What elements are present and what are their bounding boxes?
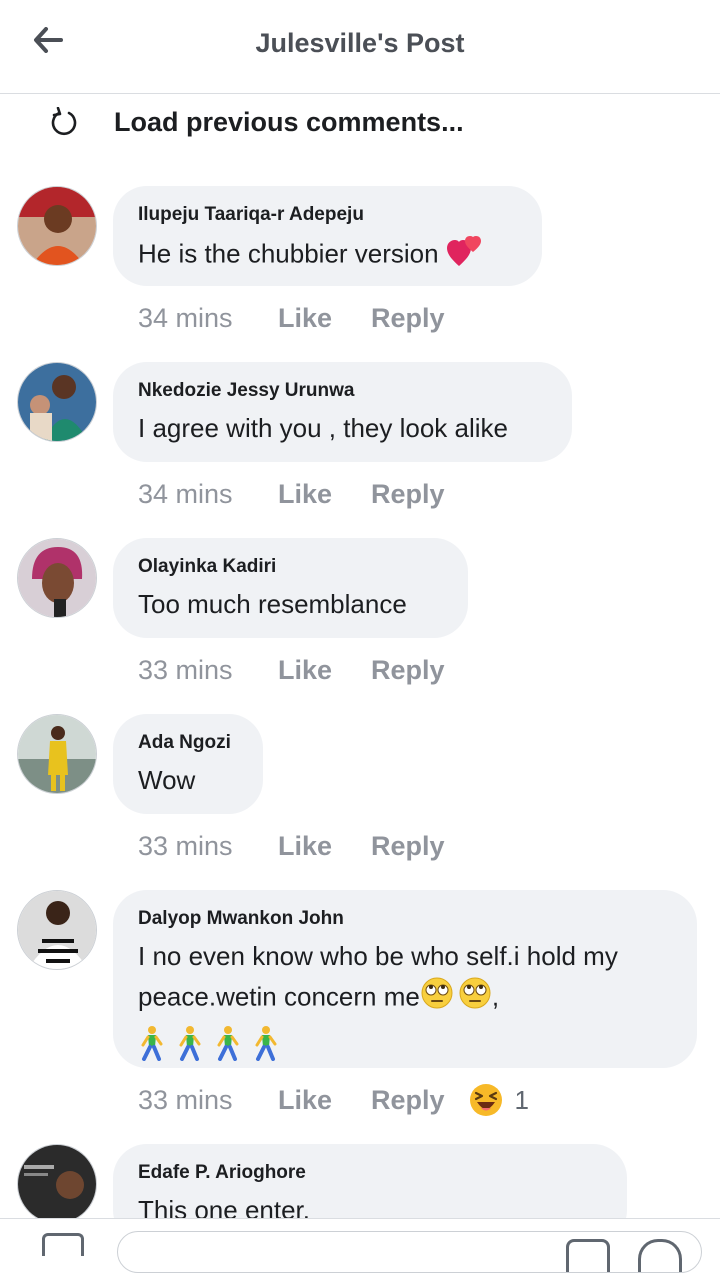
- like-button[interactable]: Like: [278, 303, 371, 334]
- comment-actions: 33 mins Like Reply: [138, 650, 445, 690]
- comment-composer: [0, 1218, 720, 1273]
- avatar[interactable]: [17, 1144, 97, 1224]
- comment-actions: 34 mins Like Reply: [138, 298, 445, 338]
- comment-text-content: He is the chubbier version: [138, 238, 439, 269]
- comment-bubble[interactable]: Ada Ngozi Wow: [113, 714, 263, 814]
- avatar[interactable]: [17, 538, 97, 618]
- load-previous-label: Load previous comments...: [114, 106, 464, 137]
- comment-text-line: peace.wetin concern me ,: [138, 976, 671, 1021]
- comment-time: 33 mins: [138, 654, 233, 685]
- comment-time: 34 mins: [138, 302, 233, 333]
- comment-bubble[interactable]: Dalyop Mwankon John I no even know who b…: [113, 890, 697, 1068]
- like-button[interactable]: Like: [278, 1085, 371, 1116]
- reaction-count: 1: [514, 1084, 529, 1115]
- avatar[interactable]: [17, 362, 97, 442]
- load-previous-comments-button[interactable]: Load previous comments...: [44, 100, 464, 144]
- comment-text: I no even know who be who self.i hold my…: [138, 936, 671, 1072]
- comment-actions: 34 mins Like Reply: [138, 474, 445, 514]
- comment-author[interactable]: Olayinka Kadiri: [138, 554, 442, 580]
- reply-button[interactable]: Reply: [371, 479, 445, 510]
- page-title: Julesville's Post: [255, 28, 465, 58]
- comment-text: Too much resemblance: [138, 589, 407, 619]
- comment-text: He is the chubbier version: [138, 232, 516, 279]
- comment-author[interactable]: Ilupeju Taariqa-r Adepeju: [138, 202, 516, 228]
- comment-time: 33 mins: [138, 1084, 233, 1115]
- sticker-icon[interactable]: [566, 1239, 610, 1272]
- comment-text-content: peace.wetin concern me: [138, 981, 420, 1012]
- reply-button[interactable]: Reply: [371, 831, 445, 862]
- comment-text-line: I no even know who be who self.i hold my: [138, 941, 618, 971]
- comment-time: 34 mins: [138, 478, 233, 509]
- walking-person-emoji-icon: [138, 1025, 166, 1072]
- like-button[interactable]: Like: [278, 655, 371, 686]
- eye-roll-emoji-icon: [458, 976, 492, 1021]
- comment-text: Wow: [138, 765, 196, 795]
- comment-actions: 33 mins Like Reply: [138, 826, 445, 866]
- comment-bubble[interactable]: Ilupeju Taariqa-r Adepeju He is the chub…: [113, 186, 542, 286]
- comment-bubble[interactable]: Olayinka Kadiri Too much resemblance: [113, 538, 468, 638]
- avatar[interactable]: [17, 890, 97, 970]
- avatar[interactable]: [17, 186, 97, 266]
- avatar[interactable]: [17, 714, 97, 794]
- like-button[interactable]: Like: [278, 831, 371, 862]
- comment-author[interactable]: Nkedozie Jessy Urunwa: [138, 378, 546, 404]
- comment-bubble[interactable]: Nkedozie Jessy Urunwa I agree with you ,…: [113, 362, 572, 462]
- comment-input[interactable]: [117, 1231, 702, 1273]
- comment-actions: 33 mins Like Reply 1: [138, 1080, 529, 1120]
- comment-text-suffix: ,: [491, 981, 500, 1012]
- laughing-emoji-icon: [469, 1084, 502, 1116]
- top-bar: Julesville's Post: [0, 0, 720, 94]
- comment-author[interactable]: Dalyop Mwankon John: [138, 906, 671, 932]
- walking-person-emoji-icon: [214, 1025, 242, 1072]
- reaction-summary[interactable]: 1: [469, 1083, 529, 1117]
- reply-button[interactable]: Reply: [371, 303, 445, 334]
- emoji-icon[interactable]: [638, 1239, 682, 1272]
- comment-text: I agree with you , they look alike: [138, 413, 508, 443]
- eye-roll-emoji-icon: [420, 976, 454, 1021]
- heart-emoji-icon: [446, 232, 484, 279]
- walking-person-emoji-icon: [252, 1025, 280, 1072]
- like-button[interactable]: Like: [278, 479, 371, 510]
- walking-person-emoji-icon: [176, 1025, 204, 1072]
- comment-author[interactable]: Ada Ngozi: [138, 730, 237, 756]
- emoji-row: [138, 1025, 671, 1072]
- comment-author[interactable]: Edafe P. Arioghore: [138, 1160, 601, 1186]
- camera-icon[interactable]: [42, 1233, 84, 1256]
- reply-button[interactable]: Reply: [371, 655, 445, 686]
- reply-button[interactable]: Reply: [371, 1085, 445, 1116]
- comment-time: 33 mins: [138, 830, 233, 861]
- reload-icon: [44, 102, 84, 142]
